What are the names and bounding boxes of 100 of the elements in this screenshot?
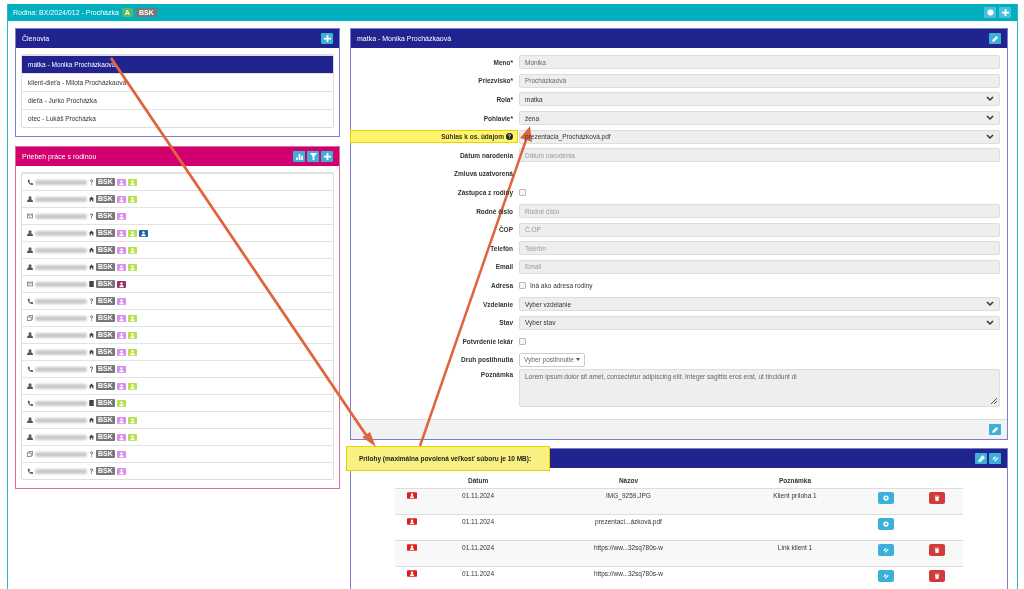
home-icon [89,196,94,202]
question-mark-icon [89,213,94,219]
blurred-date [35,263,87,271]
blurred-date [35,416,87,424]
checkbox[interactable] [519,337,526,345]
phone-icon [27,179,33,185]
home-icon [89,417,94,423]
eraser-icon [977,455,985,463]
eraser-button[interactable] [975,453,987,465]
building-icon [89,400,94,406]
blurred-date [35,246,87,254]
info-icon [986,9,994,16]
checkbox[interactable] [519,188,526,196]
trash-icon [934,547,941,554]
phone-icon [27,298,33,304]
blurred-date [35,433,87,441]
blurred-date [35,212,87,220]
edit-button[interactable] [989,33,1001,44]
blurred-date [35,280,87,288]
chevron-down-icon [986,96,994,103]
bar-chart-icon [295,153,303,160]
link-button[interactable] [989,453,1001,465]
home-icon [89,434,94,440]
add-button[interactable] [321,151,333,162]
person-icon [27,264,33,270]
link-icon [882,547,889,554]
blurred-date [35,399,87,407]
person-badge [407,518,418,526]
filter-button[interactable] [307,151,319,162]
view-button[interactable] [877,518,894,531]
person-icon [27,434,33,440]
chart-button[interactable] [293,151,305,162]
blurred-date [35,297,87,305]
delete-button[interactable] [929,570,946,583]
plus-icon [323,35,331,42]
envelope-icon [27,213,33,219]
edit-button[interactable] [989,424,1001,436]
blurred-date [35,178,87,186]
pencil-icon [991,35,999,42]
chevron-down-icon [986,301,994,307]
blurred-date [35,450,87,458]
blurred-date [35,314,87,322]
person-icon [27,230,33,236]
checkbox[interactable] [519,281,526,289]
info-button[interactable] [984,7,996,18]
filter-icon [309,153,317,160]
add-member-button[interactable] [321,33,333,44]
home-icon [89,349,94,355]
question-mark-icon [89,298,94,304]
home-icon [89,332,94,338]
blurred-date [35,195,87,203]
chevron-down-icon [986,319,994,326]
chevron-down-icon [986,115,994,122]
person-icon [27,383,33,389]
trash-icon [934,573,941,580]
eye-icon [882,495,889,502]
home-icon [89,264,94,270]
trash-icon [934,495,941,502]
blurred-date [35,331,87,339]
person-icon [27,196,33,202]
phone-icon [27,468,33,474]
person-badge [407,544,418,552]
caret-icon [576,358,580,362]
plus-icon [323,153,331,160]
view-button[interactable] [877,492,894,505]
copy-icon [27,315,33,321]
question-mark-icon [89,451,94,457]
person-icon [27,332,33,338]
phone-icon [27,366,33,372]
blurred-date [35,348,87,356]
blurred-date [35,382,87,390]
person-badge [407,492,418,500]
plus-icon [1001,9,1009,16]
add-button[interactable] [999,7,1011,18]
home-icon [89,230,94,236]
home-icon [89,383,94,389]
question-mark-icon [89,468,94,474]
person-icon [27,247,33,253]
question-mark-icon [89,366,94,372]
blurred-date [35,229,87,237]
delete-button[interactable] [929,492,946,505]
question-mark-icon [89,315,94,321]
link-icon [991,455,999,463]
delete-button[interactable] [929,544,946,557]
person-icon [27,417,33,423]
phone-icon [27,400,33,406]
eye-icon [882,521,889,528]
blurred-date [35,467,87,475]
building-icon [89,281,94,287]
question-mark-icon [89,179,94,185]
blurred-date [35,365,87,373]
chevron-down-icon [986,133,994,140]
pencil-icon [991,426,999,434]
resize-grip-icon [990,397,997,405]
link-icon [882,573,889,580]
home-icon [89,247,94,253]
envelope-icon [27,281,33,287]
person-badge [407,570,418,578]
person-icon [27,349,33,355]
copy-icon [27,451,33,457]
